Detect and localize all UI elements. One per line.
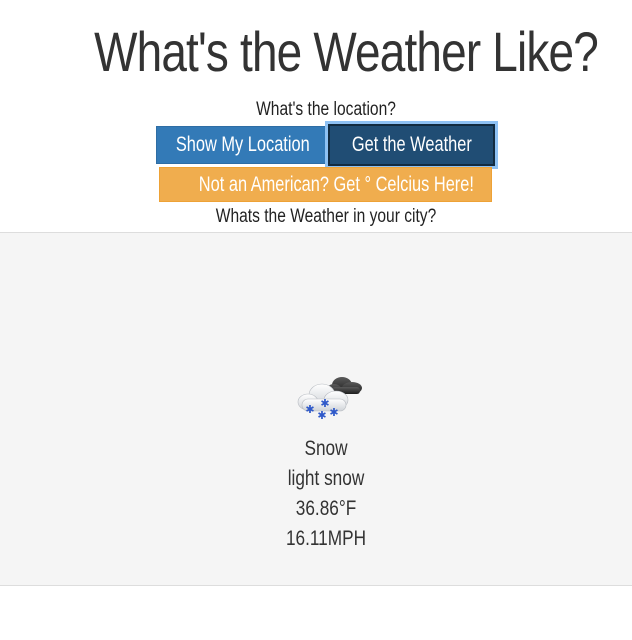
location-question: What's the location?: [256, 99, 396, 120]
svg-text:✱: ✱: [317, 409, 326, 421]
weather-result-panel: ✱ ✱ ✱ ✱ Snow light snow 36.86°F 16.11MPH: [0, 232, 632, 586]
svg-text:✱: ✱: [320, 397, 329, 410]
celsius-toggle-button[interactable]: Not an American? Get ° Celcius Here!: [159, 167, 492, 202]
celsius-toggle-label: Not an American? Get ° Celcius Here!: [198, 173, 474, 196]
temperature-value: 36.86°F: [295, 497, 357, 520]
page-title: What's the Weather Like?: [94, 20, 599, 83]
show-my-location-button[interactable]: Show My Location: [156, 126, 326, 164]
svg-text:✱: ✱: [305, 403, 314, 416]
get-weather-label: Get the Weather: [351, 133, 472, 156]
wind-speed-value: 16.11MPH: [285, 527, 367, 550]
city-weather-prompt: Whats the Weather in your city?: [215, 206, 437, 227]
snow-icon: ✱ ✱ ✱ ✱: [297, 377, 362, 421]
weather-description: light snow: [287, 467, 365, 490]
weather-condition: Snow: [304, 437, 348, 460]
get-weather-button[interactable]: Get the Weather: [328, 124, 495, 166]
svg-text:✱: ✱: [329, 406, 338, 419]
show-my-location-label: Show My Location: [175, 133, 310, 156]
